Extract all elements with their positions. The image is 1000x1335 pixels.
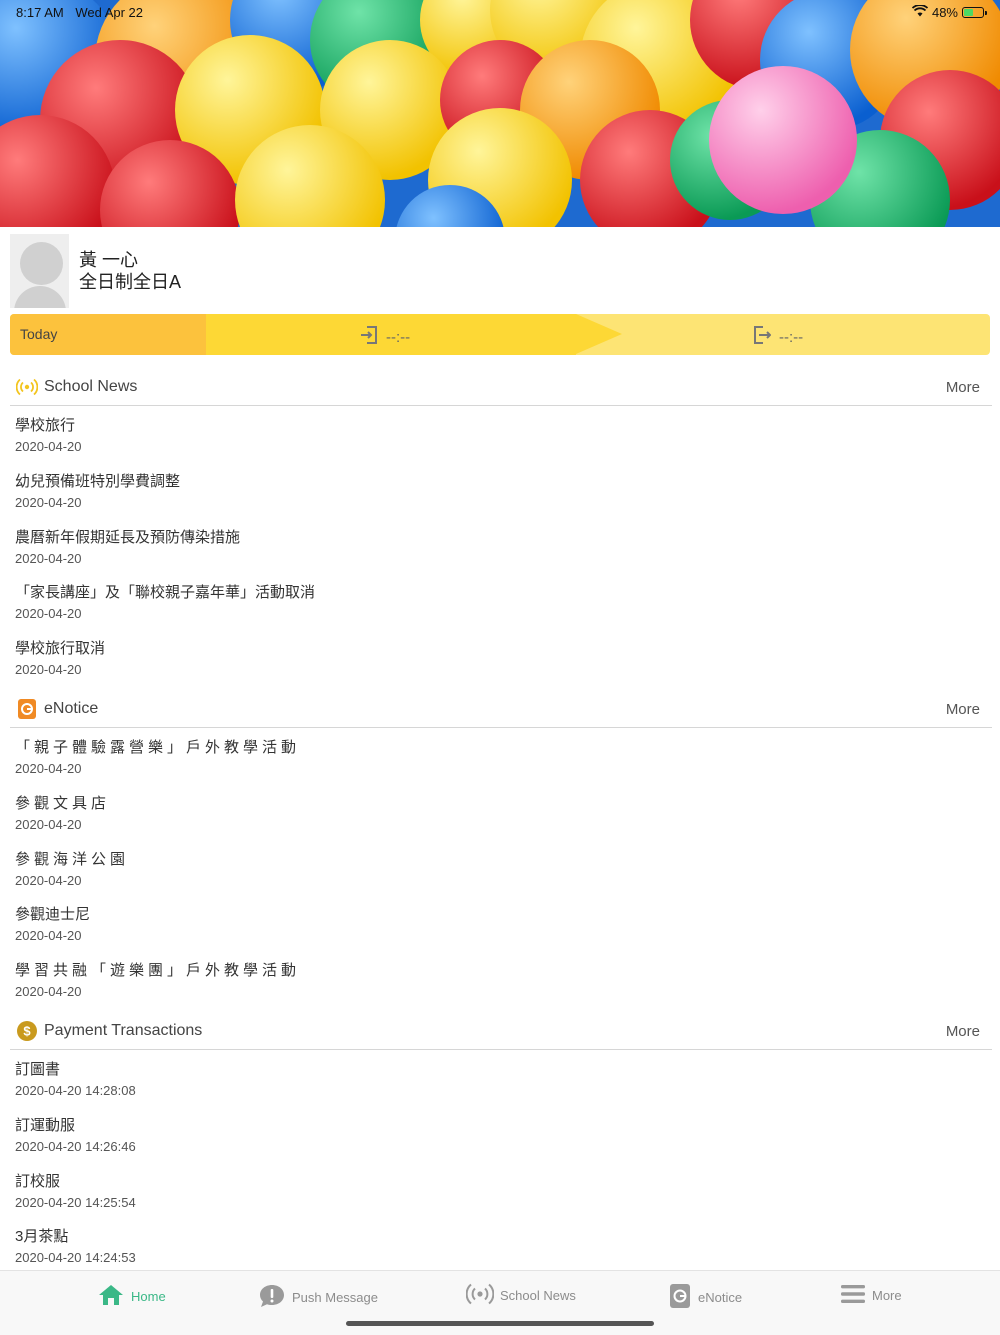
today-attendance-bar[interactable]: Today --:-- --:--	[10, 314, 990, 355]
tab-push-message[interactable]: Push Message	[258, 1283, 378, 1312]
broadcast-icon	[16, 376, 38, 398]
list-item[interactable]: 訂校服 2020-04-20 14:25:54	[15, 1172, 136, 1211]
check-out-time: --:--	[779, 328, 804, 346]
home-indicator[interactable]	[346, 1321, 654, 1326]
check-in: --:--	[360, 325, 410, 349]
tab-enotice[interactable]: eNotice	[668, 1283, 742, 1312]
check-out-icon	[753, 325, 772, 349]
list-item[interactable]: 農曆新年假期延長及預防傳染措施 2020-04-20	[15, 528, 240, 567]
tab-more[interactable]: More	[840, 1283, 902, 1308]
avatar	[10, 234, 69, 308]
svg-text:$: $	[23, 1024, 31, 1039]
list-item[interactable]: 訂運動服 2020-04-20 14:26:46	[15, 1116, 136, 1155]
check-out: --:--	[753, 325, 803, 349]
enotice-more-link[interactable]: More	[946, 701, 980, 718]
student-name: 黃 一心	[79, 250, 139, 270]
status-date: Wed Apr 22	[75, 5, 144, 20]
payments-header: $ Payment Transactions More	[10, 1013, 992, 1050]
student-profile[interactable]: 黃 一心 全日制全日A	[10, 234, 181, 308]
menu-icon	[840, 1283, 866, 1308]
list-item[interactable]: 參觀海洋公園 2020-04-20	[15, 850, 129, 889]
list-item[interactable]: 幼兒預備班特別學費調整 2020-04-20	[15, 472, 180, 511]
list-item[interactable]: 學習共融「遊樂團」戶外教學活動 2020-04-20	[15, 961, 300, 1000]
list-item[interactable]: 學校旅行取消 2020-04-20	[15, 639, 105, 678]
school-news-header: School News More	[10, 369, 992, 406]
check-in-time: --:--	[386, 328, 411, 346]
battery-icon	[962, 7, 987, 18]
payments-title: Payment Transactions	[44, 1022, 203, 1039]
message-icon	[258, 1283, 286, 1312]
battery-percent: 48%	[931, 5, 958, 20]
status-bar: 8:17 AM Wed Apr 22 48%	[0, 0, 1000, 24]
enotice-header: eNotice More	[10, 691, 992, 728]
list-item[interactable]: 學校旅行 2020-04-20	[15, 416, 82, 455]
list-item[interactable]: 「家長講座」及「聯校親子嘉年華」活動取消 2020-04-20	[15, 583, 315, 622]
header-banner-image	[0, 0, 1000, 227]
check-in-icon	[360, 325, 378, 349]
school-news-more-link[interactable]: More	[946, 379, 980, 396]
dollar-icon: $	[16, 1020, 38, 1042]
notice-icon	[16, 698, 38, 720]
today-label: Today	[10, 314, 206, 355]
payments-more-link[interactable]: More	[946, 1023, 980, 1040]
list-item[interactable]: 參觀文具店 2020-04-20	[15, 794, 110, 833]
status-time: 8:17 AM	[16, 5, 64, 20]
home-icon	[97, 1283, 125, 1310]
list-item[interactable]: 訂圖書 2020-04-20 14:28:08	[15, 1060, 136, 1099]
broadcast-icon	[465, 1283, 495, 1308]
tab-home[interactable]: Home	[97, 1283, 166, 1310]
notice-icon	[668, 1283, 692, 1312]
list-item[interactable]: 3月茶點 2020-04-20 14:24:53	[15, 1227, 136, 1266]
tab-school-news[interactable]: School News	[465, 1283, 576, 1308]
wifi-icon	[911, 4, 929, 20]
enotice-title: eNotice	[44, 700, 99, 717]
school-news-title: School News	[44, 378, 138, 395]
list-item[interactable]: 參觀迪士尼 2020-04-20	[15, 905, 90, 944]
student-class: 全日制全日A	[79, 272, 182, 292]
list-item[interactable]: 「親子體驗露營樂」戶外教學活動 2020-04-20	[15, 738, 300, 777]
